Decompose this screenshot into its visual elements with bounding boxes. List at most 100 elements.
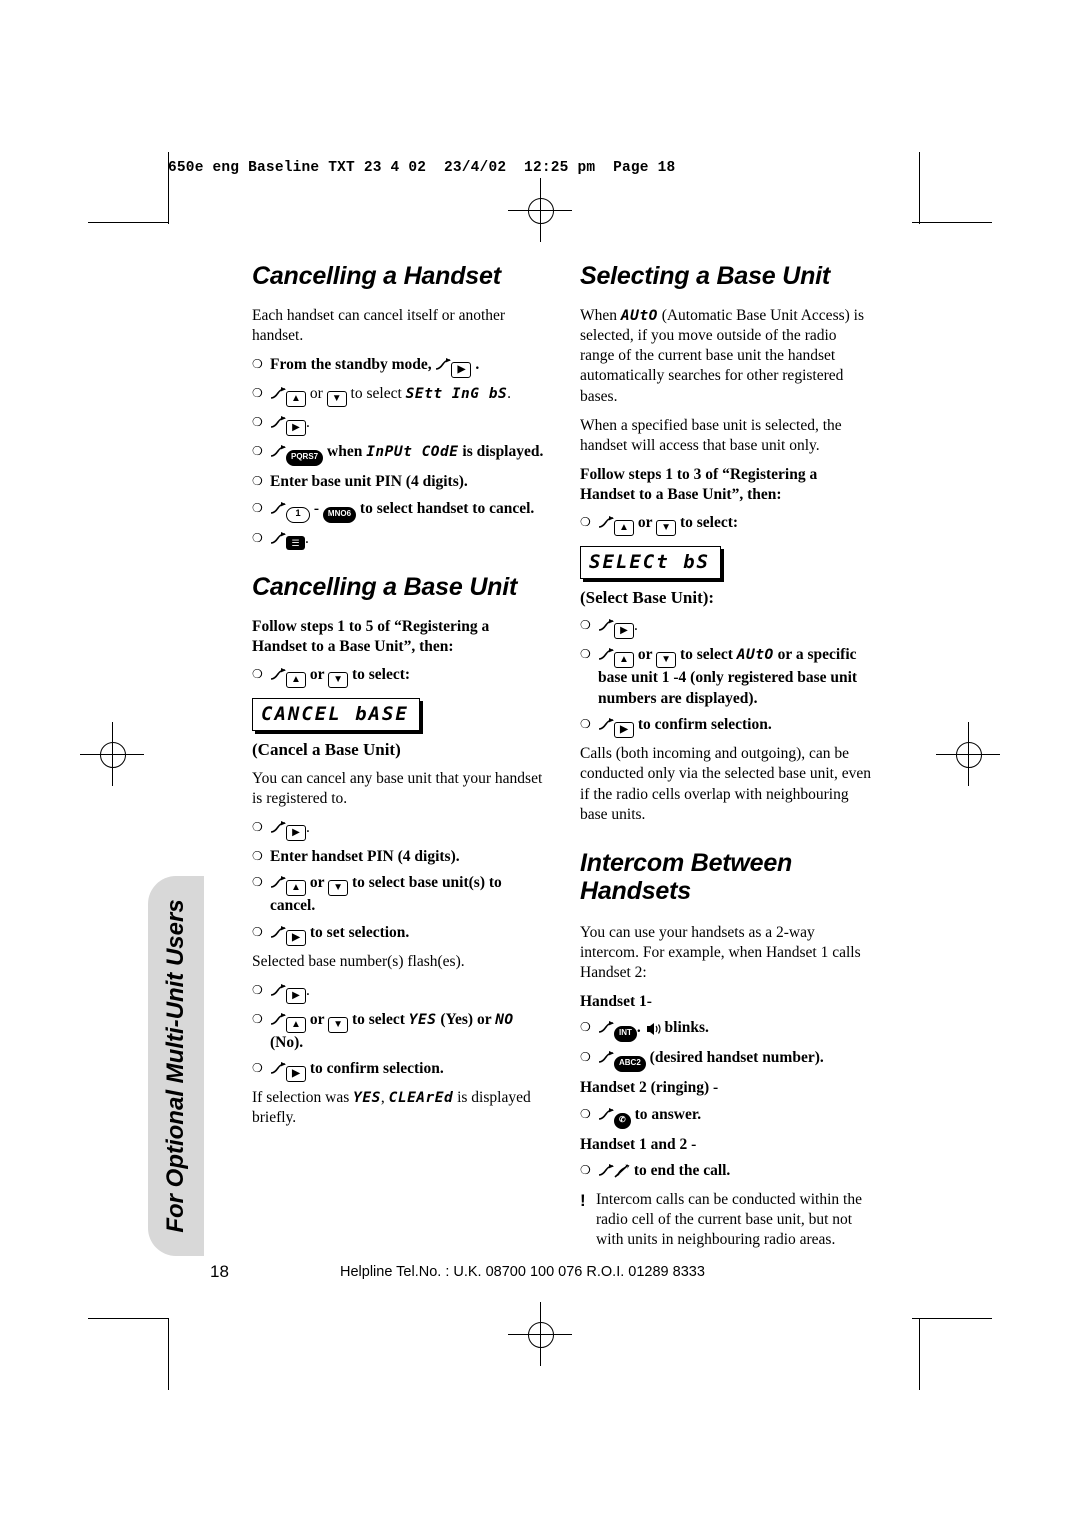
- side-tab-multi-unit-users: For Optional Multi-Unit Users: [148, 876, 204, 1256]
- heading-cancelling-a-base-unit: Cancelling a Base Unit: [252, 573, 518, 602]
- note-intercom-range: ! Intercom calls can be conducted within…: [580, 1190, 872, 1250]
- bullet-icon: ❍: [580, 647, 591, 662]
- heading-cancelling-a-handset: Cancelling a Handset: [252, 262, 501, 290]
- bullet-icon: ❍: [580, 1162, 591, 1177]
- menu-key-icon: [435, 357, 452, 377]
- step-desired-handset-number: ❍ ABC2 (desired handset number).: [580, 1048, 872, 1073]
- key-2-icon: ABC2: [614, 1056, 646, 1073]
- step-press-int: ❍ INT. blinks.: [580, 1018, 872, 1043]
- step-ok-3: ❍ ▶.: [252, 981, 544, 1004]
- menu-key-icon: [270, 820, 286, 840]
- lead-select-base: Follow steps 1 to 3 of “Registering a Ha…: [580, 465, 818, 504]
- bullet-icon: ❍: [580, 1020, 591, 1035]
- menu-key-icon: [598, 1020, 614, 1040]
- step-enter-handset-pin: ❍ Enter handset PIN (4 digits).: [252, 847, 544, 867]
- left-column: Cancelling a Handset Each handset can ca…: [252, 262, 544, 1138]
- menu-key-icon: [270, 1012, 286, 1032]
- step-ok-right-1: ❍ ▶.: [580, 616, 872, 640]
- registration-mark-right: [936, 722, 1000, 786]
- menu-list-key-icon: ☰: [286, 535, 305, 550]
- crop-mark-top-right-v: [919, 152, 920, 224]
- talk-key-icon: ✆: [614, 1112, 631, 1129]
- heading-selecting-a-base-unit: Selecting a Base Unit: [580, 262, 831, 290]
- menu-key-icon: [598, 1107, 614, 1127]
- step-set-selection: ❍ ▶ to set selection.: [252, 923, 544, 946]
- para-auto-access: When AUtO (Automatic Base Unit Access) i…: [580, 306, 872, 407]
- menu-key-icon: [270, 1061, 286, 1081]
- step-from-standby: ❍ From the standby mode, ▶ .: [252, 355, 544, 379]
- menu-key-icon: [270, 875, 286, 895]
- int-key-icon: INT: [614, 1026, 637, 1043]
- registration-mark-left: [80, 722, 144, 786]
- right-arrow-key-icon: ▶: [286, 1066, 306, 1083]
- helpline-text: Helpline Tel.No. : U.K. 08700 100 076 R.…: [340, 1264, 705, 1280]
- menu-key-icon: [270, 415, 286, 435]
- bullet-icon: ❍: [580, 1050, 591, 1065]
- para-specified-base: When a specified base unit is selected, …: [580, 416, 842, 454]
- heading-intercom-between-handsets: Intercom Between Handsets: [580, 848, 793, 905]
- down-arrow-key-icon: ▼: [328, 1016, 349, 1033]
- bullet-icon: ❍: [580, 618, 591, 633]
- bullet-icon: ❍: [580, 717, 591, 732]
- menu-key-icon: [598, 515, 614, 535]
- manual-page: 650e eng Baseline TXT 23 4 02 23/4/02 12…: [0, 0, 1080, 1528]
- lcd-auto-2: AUtO: [736, 647, 774, 664]
- down-arrow-key-icon: ▼: [326, 391, 347, 408]
- bullet-icon: ❍: [252, 875, 263, 890]
- end-call-icon: [614, 1164, 630, 1184]
- key-1-icon: 1: [286, 506, 310, 523]
- up-arrow-key-icon: ▲: [286, 391, 306, 408]
- down-arrow-key-icon: ▼: [656, 652, 677, 669]
- right-arrow-key-icon: ▶: [286, 824, 306, 841]
- exclamation-icon: !: [580, 1191, 586, 1211]
- para-intercom-intro: You can use your handsets as a 2-way int…: [580, 923, 861, 982]
- step-select-setting: ❍ ▲ or ▼ to select SEtt InG bS.: [252, 384, 544, 408]
- step-enter-base-pin: ❍ Enter base unit PIN (4 digits).: [252, 472, 544, 492]
- right-column: Selecting a Base Unit When AUtO (Automat…: [580, 262, 872, 1257]
- caption-cancel-a-base-unit: (Cancel a Base Unit): [252, 739, 401, 759]
- side-tab-label: For Optional Multi-Unit Users: [162, 899, 189, 1233]
- right-arrow-key-icon: ▶: [286, 929, 306, 946]
- label-handset-2-ringing: Handset 2 (ringing) -: [580, 1079, 719, 1097]
- down-arrow-key-icon: ▼: [328, 880, 349, 897]
- menu-key-icon: [598, 647, 614, 667]
- para-calls-via-selected-base: Calls (both incoming and outgoing), can …: [580, 745, 871, 823]
- bullet-icon: ❍: [252, 1011, 263, 1026]
- bullet-icon: ❍: [252, 530, 263, 545]
- menu-key-icon: [598, 618, 614, 638]
- file-slug: 650e eng Baseline TXT 23 4 02 23/4/02 12…: [168, 160, 676, 176]
- lcd-display-select-bs: SELECt bS: [580, 546, 721, 579]
- bullet-icon: ❍: [252, 357, 263, 372]
- up-arrow-key-icon: ▲: [286, 1016, 306, 1033]
- lcd-display-cancel-base: CANCEL bASE: [252, 698, 420, 731]
- bullet-icon: ❍: [252, 848, 263, 863]
- menu-key-icon: [270, 983, 286, 1003]
- bullet-icon: ❍: [580, 1106, 591, 1121]
- step-end-call: ❍ to end the call.: [580, 1161, 872, 1184]
- step-ok-1: ❍ ▶.: [252, 413, 544, 437]
- menu-key-icon: [598, 717, 614, 737]
- bullet-icon: ❍: [252, 444, 263, 459]
- menu-key-icon: [270, 501, 286, 521]
- menu-key-icon: [270, 386, 286, 406]
- bullet-icon: ❍: [252, 819, 263, 834]
- intro-cancelling-handset: Each handset can cancel itself or anothe…: [252, 307, 506, 345]
- page-number: 18: [210, 1262, 229, 1281]
- lcd-yes: YES: [408, 1011, 437, 1028]
- up-arrow-key-icon: ▲: [614, 652, 634, 669]
- bullet-icon: ❍: [252, 500, 263, 515]
- lcd-no: NO: [495, 1011, 514, 1028]
- menu-key-icon: [270, 444, 286, 464]
- right-arrow-key-icon: ▶: [286, 420, 306, 437]
- step-answer: ❍ ✆ to answer.: [580, 1105, 872, 1129]
- lcd-input-code: InPUt COdE: [366, 444, 459, 461]
- ringing-icon: [645, 1021, 661, 1041]
- step-text: From the standby mode,: [270, 356, 432, 374]
- bullet-icon: ❍: [252, 924, 263, 939]
- crop-mark-top-right: [912, 222, 992, 223]
- step-text: Enter base unit PIN (4 digits).: [270, 473, 468, 491]
- body-cancel-base: You can cancel any base unit that your h…: [252, 769, 543, 807]
- label-handset-1-and-2: Handset 1 and 2 -: [580, 1135, 697, 1153]
- step-end-1: ❍ ☰.: [252, 529, 544, 551]
- bullet-icon: ❍: [580, 515, 591, 530]
